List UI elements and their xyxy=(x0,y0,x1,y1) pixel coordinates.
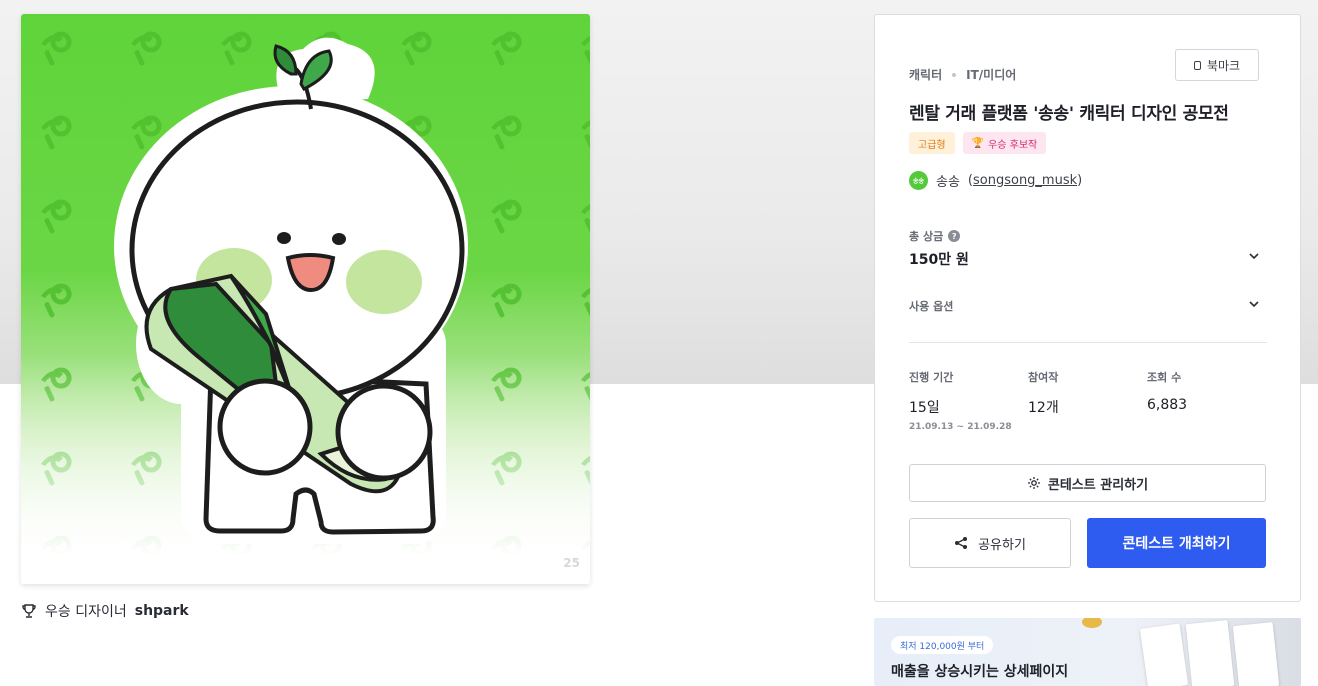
bookmark-icon xyxy=(1193,60,1201,70)
grade-badge: 고급형 xyxy=(909,132,955,154)
artwork-index-label: 25 xyxy=(563,556,580,570)
host-contest-button[interactable]: 콘테스트 개최하기 xyxy=(1087,518,1266,568)
stat-entries: 참여작 12개 xyxy=(1028,369,1059,417)
winner-name[interactable]: shpark xyxy=(135,603,189,619)
character-illustration xyxy=(21,14,590,584)
contest-title: 렌탈 거래 플랫폼 '송송' 캐릭터 디자인 공모전 xyxy=(909,104,1229,124)
winner-designer-line: 우승 디자이너 shpark xyxy=(21,601,189,621)
promo-banner[interactable]: 최저 120,000원 부터 매출을 상승시키는 상세페이지 xyxy=(874,618,1301,686)
views-label: 조회 수 xyxy=(1147,371,1182,384)
divider xyxy=(909,342,1267,343)
promo-page-mockup xyxy=(1185,619,1235,686)
bookmark-button[interactable]: 북마크 xyxy=(1175,49,1259,81)
winner-candidate-label: 우승 후보작 xyxy=(988,139,1038,151)
entries-label: 참여작 xyxy=(1028,371,1059,384)
coin-decoration xyxy=(1082,618,1102,628)
share-label: 공유하기 xyxy=(978,537,1026,553)
share-icon xyxy=(955,537,968,549)
contest-info-card: 캐릭터 IT/미디어 북마크 렌탈 거래 플랫폼 '송송' 캐릭터 디자인 공모… xyxy=(874,14,1301,602)
badge-row: 고급형 🏆 우승 후보작 xyxy=(909,132,1047,154)
entries-value: 12개 xyxy=(1028,400,1059,416)
promo-headline: 매출을 상승시키는 상세페이지 xyxy=(891,664,1069,680)
trophy-icon xyxy=(21,603,37,619)
host-name: 송송 xyxy=(936,175,960,190)
stat-period: 진행 기간 15일 21.09.13 ~ 21.09.28 xyxy=(909,369,1012,432)
category-label[interactable]: 캐릭터 xyxy=(909,66,942,83)
total-prize-value: 150만 원 xyxy=(909,252,969,268)
contest-artwork[interactable]: 25 xyxy=(21,14,590,584)
total-prize-label: 총 상금 xyxy=(909,230,944,243)
manage-contest-button[interactable]: 콘테스트 관리하기 xyxy=(909,464,1266,502)
promo-page-mockup xyxy=(1139,623,1189,686)
category-breadcrumb: 캐릭터 IT/미디어 xyxy=(909,66,1016,83)
winner-prefix: 우승 디자이너 xyxy=(45,604,127,620)
gear-icon xyxy=(1027,477,1040,489)
stat-views: 조회 수 6,883 xyxy=(1147,369,1187,413)
manage-contest-label: 콘테스트 관리하기 xyxy=(1047,477,1149,493)
host-handle-wrap: (songsong_musk) xyxy=(967,173,1083,188)
bookmark-label: 북마크 xyxy=(1206,58,1241,73)
usage-options-label[interactable]: 사용 옵션 xyxy=(909,298,953,314)
industry-label[interactable]: IT/미디어 xyxy=(966,66,1016,83)
help-icon[interactable]: ? xyxy=(948,230,961,242)
host-handle[interactable]: songsong_musk xyxy=(973,173,1077,188)
share-button[interactable]: 공유하기 xyxy=(909,518,1071,568)
period-label: 진행 기간 xyxy=(909,371,954,384)
views-value: 6,883 xyxy=(1147,397,1188,413)
promo-price-pill: 최저 120,000원 부터 xyxy=(891,636,994,654)
total-prize-label-row: 총 상금 ? xyxy=(909,228,961,244)
chevron-down-icon[interactable] xyxy=(1248,298,1260,310)
period-value: 15일 xyxy=(909,400,940,416)
host-avatar: 송송 xyxy=(909,171,928,190)
trophy-icon: 🏆 xyxy=(971,137,985,149)
separator-dot xyxy=(952,72,957,77)
chevron-down-icon[interactable] xyxy=(1248,250,1260,262)
promo-page-mockup xyxy=(1232,622,1280,686)
period-range: 21.09.13 ~ 21.09.28 xyxy=(909,422,1012,432)
host-info[interactable]: 송송 송송 (songsong_musk) xyxy=(909,171,1082,190)
winner-candidate-badge: 🏆 우승 후보작 xyxy=(962,132,1047,154)
